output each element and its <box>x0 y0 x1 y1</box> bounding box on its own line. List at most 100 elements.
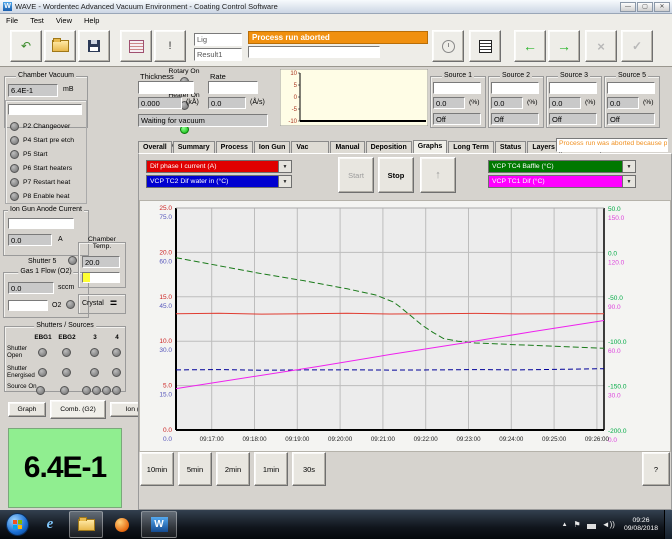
shutter-led[interactable] <box>38 368 47 377</box>
shutter-led[interactable] <box>36 386 45 395</box>
chevron-down-icon[interactable]: ▼ <box>622 161 635 172</box>
tray-clock[interactable]: 09:26 09/08/2018 <box>624 517 658 533</box>
alert-button[interactable]: ! <box>154 30 186 62</box>
svg-text:30.0: 30.0 <box>608 393 621 400</box>
source-input[interactable] <box>433 82 481 94</box>
shutter-led[interactable] <box>90 348 99 357</box>
stop-process-button[interactable] <box>469 30 501 62</box>
volume-icon[interactable]: ◄)) <box>602 520 615 529</box>
pause-button[interactable] <box>432 30 464 62</box>
pump-button-p5[interactable]: P5 Start <box>10 147 86 161</box>
legend-dropdown-left-1[interactable]: VCP TC2 Dif water in (°C)▼ <box>146 175 292 188</box>
tab-manual[interactable]: Manual <box>330 141 364 153</box>
thickness-input[interactable] <box>138 81 194 94</box>
tab-layers[interactable]: Layers <box>527 141 560 153</box>
range-button-5min[interactable]: 5min <box>178 452 212 486</box>
chevron-down-icon[interactable]: ▼ <box>622 176 635 187</box>
shutter5-led[interactable] <box>68 256 77 265</box>
shutter-led[interactable] <box>62 348 71 357</box>
pump-button-p7[interactable]: P7 Restart heat <box>10 175 86 189</box>
help-button[interactable]: ? <box>642 452 670 486</box>
source-power-unit: (%) <box>585 99 596 106</box>
shutter-led[interactable] <box>112 368 121 377</box>
range-button-30s[interactable]: 30s <box>292 452 326 486</box>
pump-button-p2[interactable]: P2 Changeover <box>10 119 86 133</box>
shutter-led[interactable] <box>82 386 91 395</box>
source-input[interactable] <box>549 82 597 94</box>
legend-dropdown-right-0[interactable]: VCP TC4 Baffle (°C)▼ <box>488 160 636 173</box>
range-button-10min[interactable]: 10min <box>140 452 174 486</box>
menu-item-test[interactable]: Test <box>24 16 50 25</box>
close-button[interactable]: ✕ <box>654 2 670 12</box>
check-icon: ✓ <box>632 39 642 53</box>
shutter-led[interactable] <box>112 386 121 395</box>
media-player-icon[interactable] <box>107 512 137 537</box>
chamber-vacuum-unit: mB <box>63 86 74 93</box>
svg-text:09:22:00: 09:22:00 <box>414 436 439 443</box>
pump-button-p6[interactable]: P6 Start heaters <box>10 161 86 175</box>
svg-text:15.0: 15.0 <box>159 392 172 399</box>
shutter-led[interactable] <box>102 386 111 395</box>
action-center-flag-icon[interactable]: ⚑ <box>574 520 581 529</box>
step-forward-button[interactable]: → <box>548 30 580 62</box>
pump-button-p8[interactable]: P8 Enable heat <box>10 189 86 203</box>
tab-graphs[interactable]: Graphs <box>413 140 448 153</box>
network-icon[interactable] <box>587 521 596 529</box>
shutter-led[interactable] <box>38 348 47 357</box>
tab-deposition[interactable]: Deposition <box>366 141 412 153</box>
maximize-button[interactable]: ▢ <box>637 2 653 12</box>
view-tab-graph[interactable]: Graph <box>8 402 46 417</box>
graph-stop-button[interactable]: Stop <box>378 157 414 193</box>
range-button-1min[interactable]: 1min <box>254 452 288 486</box>
menu-item-view[interactable]: View <box>50 16 78 25</box>
shutter-led[interactable] <box>92 386 101 395</box>
chevron-down-icon[interactable]: ▼ <box>278 176 291 187</box>
graph-up-button[interactable]: ↑ <box>420 157 456 193</box>
shutter-led[interactable] <box>90 368 99 377</box>
internet-explorer-icon[interactable]: e <box>35 512 65 537</box>
save-button[interactable] <box>78 30 110 62</box>
explorer-folder-icon[interactable] <box>69 511 103 538</box>
chevron-down-icon[interactable]: ▼ <box>278 161 291 172</box>
recipe-grid-button[interactable] <box>120 30 152 62</box>
crystal-icon[interactable]: = <box>110 296 117 310</box>
tab-process[interactable]: Process <box>216 141 253 153</box>
shutter-led[interactable] <box>60 386 69 395</box>
menu-item-file[interactable]: File <box>0 16 24 25</box>
pump-button-p4[interactable]: P4 Start pre etch <box>10 133 86 147</box>
wave-taskbar-button[interactable]: W <box>141 511 177 538</box>
source-title: Source 2 <box>500 72 532 79</box>
graph-start-button[interactable]: Start <box>338 157 374 193</box>
source-input[interactable] <box>491 82 539 94</box>
open-button[interactable] <box>44 30 76 62</box>
tab-status[interactable]: Status <box>495 141 526 153</box>
tab-long-term[interactable]: Long Term <box>448 141 494 153</box>
undo-button[interactable]: ↶ <box>10 30 42 62</box>
shutter-led[interactable] <box>112 348 121 357</box>
tab-summary[interactable]: Summary <box>173 141 215 153</box>
minimize-button[interactable]: — <box>620 2 636 12</box>
legend-dropdown-left-0[interactable]: Dif phase I current (A)▼ <box>146 160 292 173</box>
exclamation-icon: ! <box>168 40 171 52</box>
shutter-led[interactable] <box>62 368 71 377</box>
range-button-2min[interactable]: 2min <box>216 452 250 486</box>
tab-overall[interactable]: Overall <box>138 141 172 153</box>
abort-button[interactable]: × <box>585 30 617 62</box>
gas1-led[interactable] <box>66 300 75 309</box>
start-button[interactable] <box>6 512 29 537</box>
rate-input[interactable] <box>208 81 258 94</box>
result-field[interactable]: Result1 <box>194 48 242 61</box>
lig-field[interactable]: Lig <box>194 33 242 46</box>
svg-text:150.0: 150.0 <box>608 215 625 222</box>
svg-text:09:21:00: 09:21:00 <box>371 436 396 443</box>
show-desktop-button[interactable] <box>664 510 672 539</box>
tab-vac[interactable]: Vac <box>291 141 329 153</box>
confirm-button[interactable]: ✓ <box>621 30 653 62</box>
menu-item-help[interactable]: Help <box>78 16 105 25</box>
view-tab-comb-g2-[interactable]: Comb. (G2) <box>50 400 106 419</box>
tab-ion-gun[interactable]: Ion Gun <box>254 141 290 153</box>
step-back-button[interactable]: ← <box>514 30 546 62</box>
tray-expand-icon[interactable]: ▲ <box>562 522 568 528</box>
source-input[interactable] <box>607 82 655 94</box>
legend-dropdown-right-1[interactable]: VCP TC1 Dif (°C)▼ <box>488 175 636 188</box>
